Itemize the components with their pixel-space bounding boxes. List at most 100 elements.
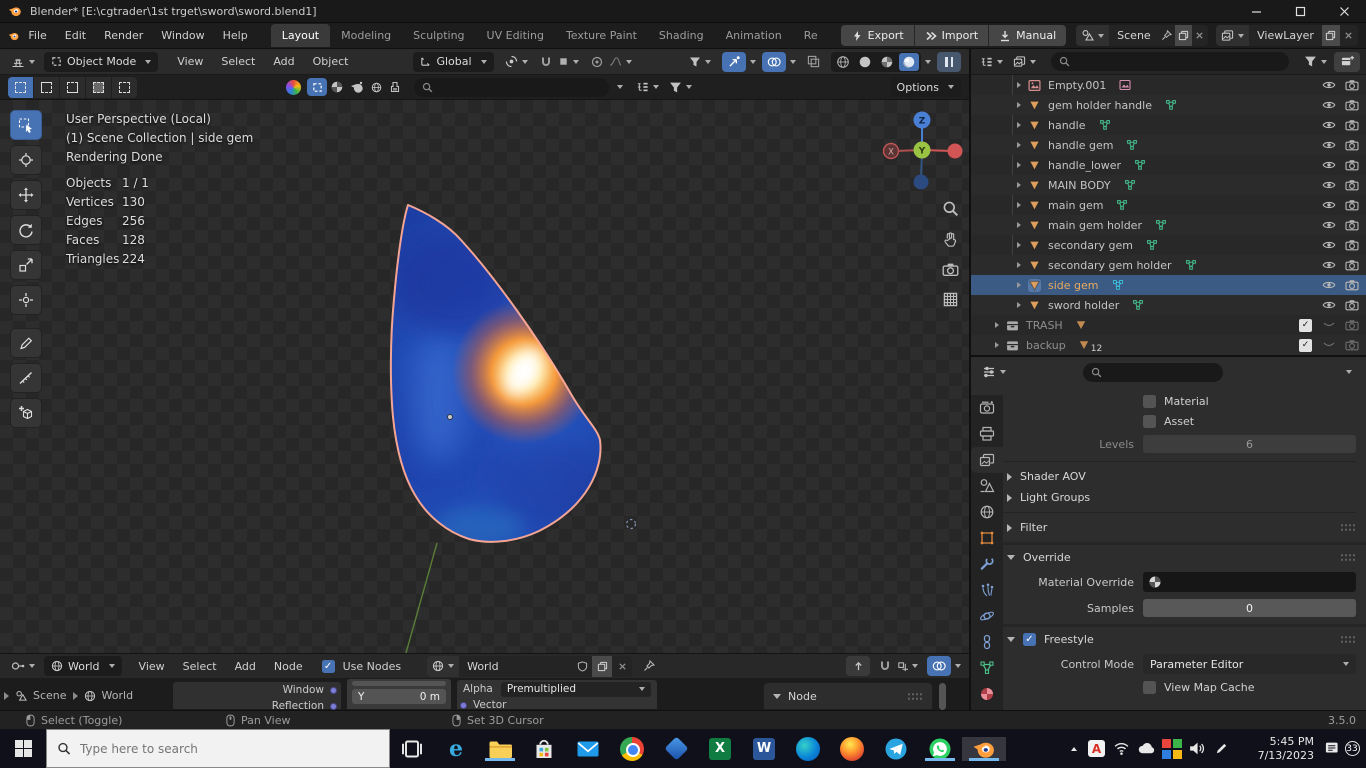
tool-scale[interactable]	[10, 250, 42, 280]
workspace-tab-animation[interactable]: Animation	[715, 24, 793, 47]
expand-icon[interactable]	[1017, 162, 1021, 168]
properties-tab-object[interactable]	[971, 525, 1003, 551]
close-button[interactable]	[1322, 0, 1366, 22]
viewport-menu-add[interactable]: Add	[264, 51, 303, 72]
globe-arrows-icon[interactable]	[367, 81, 386, 94]
light-groups-panel[interactable]: Light Groups	[1007, 491, 1356, 504]
new-scene-icon[interactable]	[1175, 25, 1192, 46]
properties-tab-scene[interactable]	[971, 473, 1003, 499]
workspace-tab-uv-editing[interactable]: UV Editing	[476, 24, 555, 47]
expand-icon[interactable]	[1017, 302, 1021, 308]
copy-datablock-icon[interactable]	[592, 655, 613, 677]
display-mode-icon[interactable]	[633, 81, 662, 93]
topbar-menu-window[interactable]: Window	[152, 25, 213, 46]
shader-overlays-toggle[interactable]	[927, 656, 951, 676]
taskbar-app-edge-legacy[interactable]: e	[434, 736, 478, 762]
workspace-tab-re[interactable]: Re	[793, 24, 829, 47]
browse-world-icon[interactable]	[427, 655, 460, 677]
exclude-checkbox[interactable]: ✓	[1299, 338, 1312, 352]
outliner-item-secondary-gem[interactable]: secondary gem	[971, 235, 1366, 255]
properties-tab-constraints[interactable]	[971, 629, 1003, 655]
minimize-button[interactable]	[1234, 0, 1278, 22]
expand-icon[interactable]	[1017, 122, 1021, 128]
expand-icon[interactable]	[995, 322, 999, 328]
gizmos-toggle[interactable]	[722, 51, 746, 72]
taskbar-clock[interactable]: 5:45 PM 7/13/2023	[1234, 729, 1318, 768]
use-nodes-checkbox[interactable]: ✓	[321, 659, 335, 673]
levels-field[interactable]: 6	[1143, 435, 1356, 453]
overlays-toggle[interactable]	[762, 51, 786, 72]
tray-onedrive-icon[interactable]	[1134, 729, 1159, 768]
viewport-menu-select[interactable]: Select	[212, 51, 264, 72]
properties-tab-modifiers[interactable]	[971, 551, 1003, 577]
properties-tab-material[interactable]	[971, 681, 1003, 707]
properties-tab-world[interactable]	[971, 499, 1003, 525]
remove-view-layer-icon[interactable]	[1340, 25, 1358, 46]
start-button[interactable]	[0, 729, 46, 768]
expand-icon[interactable]	[1017, 282, 1021, 288]
outliner-item-main-body[interactable]: MAIN BODY	[971, 175, 1366, 195]
asset-checkbox[interactable]	[1143, 415, 1156, 428]
outliner-item-secondary-gem-holder[interactable]: secondary gem holder	[971, 255, 1366, 275]
export-button[interactable]: Export	[840, 25, 915, 46]
topbar-menu-render[interactable]: Render	[95, 25, 152, 46]
taskbar-app-edge[interactable]	[786, 736, 830, 761]
shading-material-icon[interactable]	[877, 53, 897, 71]
topbar-menu-help[interactable]: Help	[214, 25, 257, 46]
import-button[interactable]: Import	[914, 25, 990, 46]
socket-vector[interactable]	[460, 701, 467, 709]
clean-brush-icon[interactable]	[386, 81, 404, 93]
world-datablock-selector[interactable]: World	[427, 655, 633, 677]
navigation-gizmo[interactable]: Z X Y	[877, 106, 967, 196]
xray-toggle[interactable]	[804, 55, 823, 68]
shader-editor-canvas[interactable]: Window Reflection Y0 m Alpha Premultipli…	[0, 678, 969, 710]
filter-funnel-icon[interactable]	[666, 81, 695, 94]
manual-button[interactable]: Manual	[989, 25, 1067, 46]
expand-icon[interactable]	[1017, 102, 1021, 108]
tool-rotate[interactable]	[10, 215, 42, 245]
outliner-view-layer-icon[interactable]	[1010, 55, 1039, 68]
proportional-editing-icon[interactable]	[588, 56, 606, 68]
show-object-types-icon[interactable]	[686, 56, 714, 68]
tool-measure[interactable]	[10, 363, 42, 393]
expand-icon[interactable]	[1017, 142, 1021, 148]
outliner-item-sword-holder[interactable]: sword holder	[971, 295, 1366, 315]
pie-sphere-icon[interactable]	[327, 80, 347, 94]
properties-tab-render[interactable]	[971, 395, 1003, 421]
new-collection-button[interactable]	[1334, 51, 1360, 72]
outliner-item-handle-lower[interactable]: handle_lower	[971, 155, 1366, 175]
node-texture-coordinate[interactable]: Window Reflection	[172, 681, 342, 710]
properties-tab-view-layer[interactable]	[971, 447, 1003, 473]
search-input[interactable]	[79, 741, 379, 756]
new-view-layer-icon[interactable]	[1321, 25, 1340, 46]
taskbar-app-telegram[interactable]	[874, 737, 918, 761]
screen-area-icon[interactable]	[307, 78, 327, 96]
tray-pen-icon[interactable]	[1209, 729, 1234, 768]
socket-window[interactable]	[330, 686, 337, 694]
viewport-3d[interactable]: User Perspective (Local) (1) Scene Colle…	[0, 100, 969, 653]
node-sidebar-panel[interactable]: Node	[763, 682, 933, 710]
material-override-field[interactable]	[1143, 572, 1356, 592]
tray-tray-expand-icon[interactable]	[1059, 729, 1084, 768]
tool-tweak-select[interactable]	[10, 110, 42, 140]
expand-icon[interactable]	[1017, 182, 1021, 188]
socket-reflection[interactable]	[330, 702, 337, 710]
gem-object[interactable]	[380, 195, 610, 555]
camera-view-icon[interactable]	[938, 257, 962, 281]
view-map-cache-checkbox[interactable]	[1143, 681, 1156, 694]
select-mode-set[interactable]	[8, 76, 33, 98]
gizmo-z-negative[interactable]	[913, 174, 929, 190]
shader-menu-view[interactable]: View	[130, 656, 174, 677]
go-parent-node-button[interactable]	[846, 656, 870, 676]
expand-icon[interactable]	[1017, 262, 1021, 268]
tray-volume-icon[interactable]	[1184, 729, 1209, 768]
exclude-checkbox[interactable]: ✓	[1299, 318, 1312, 332]
fluid-icon[interactable]	[347, 80, 367, 94]
select-mode-subtract[interactable]	[60, 76, 85, 98]
tray-office-icon[interactable]	[1159, 729, 1184, 768]
view-layer-icon[interactable]	[1216, 25, 1250, 46]
node-environment-texture[interactable]: Alpha Premultiplied Vector	[456, 679, 658, 710]
outliner-item-main-gem-holder[interactable]: main gem holder	[971, 215, 1366, 235]
outliner-item-handle[interactable]: handle	[971, 115, 1366, 135]
orientation-dropdown[interactable]: Global	[413, 51, 494, 72]
